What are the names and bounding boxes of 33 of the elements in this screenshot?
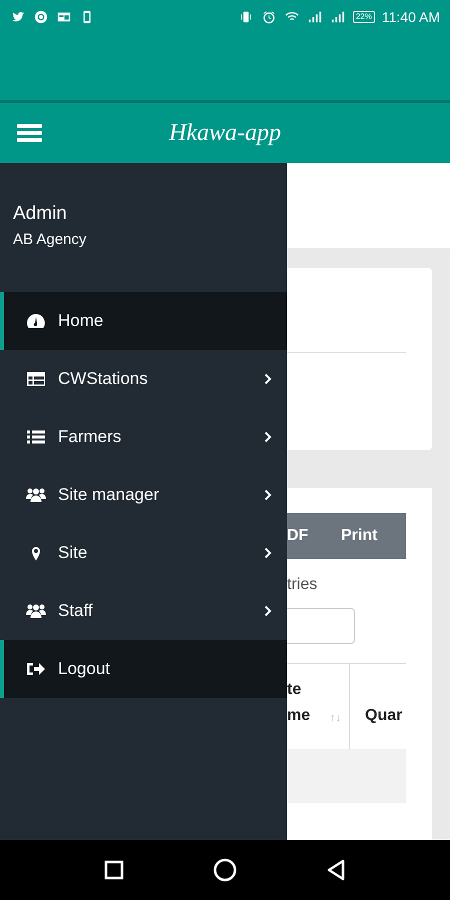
users-icon bbox=[26, 487, 46, 503]
user-name: Admin bbox=[13, 203, 68, 225]
column-header[interactable]: Quar bbox=[350, 664, 402, 749]
battery-level: 22% bbox=[352, 11, 375, 23]
menu-item[interactable]: Home bbox=[0, 292, 287, 350]
square-icon[interactable] bbox=[104, 860, 124, 880]
signal-icon bbox=[306, 10, 323, 24]
menu-item[interactable]: Farmers bbox=[0, 408, 287, 466]
news-icon bbox=[56, 10, 72, 24]
export-button[interactable]: Print bbox=[341, 527, 378, 545]
menu-item[interactable]: Site bbox=[0, 524, 287, 582]
menu-item[interactable]: Staff bbox=[0, 582, 287, 640]
list-icon bbox=[26, 429, 46, 445]
bird-icon bbox=[10, 10, 26, 24]
export-button[interactable]: DF bbox=[287, 527, 341, 545]
search-field[interactable] bbox=[287, 608, 355, 644]
clock-time: 11:40 AM bbox=[382, 9, 440, 25]
entries-label: tries bbox=[287, 576, 318, 594]
menu-icon[interactable] bbox=[17, 123, 42, 143]
menu-item[interactable]: Site manager bbox=[0, 466, 287, 524]
home-circle-icon[interactable] bbox=[212, 858, 237, 882]
menu-item[interactable]: CWStations bbox=[0, 350, 287, 408]
logout-icon bbox=[26, 661, 46, 677]
table-icon bbox=[26, 371, 46, 387]
organization-name: AB Agency bbox=[13, 231, 88, 248]
users-icon bbox=[26, 603, 46, 619]
app-title: Hkawa-app bbox=[169, 120, 281, 146]
chat-icon bbox=[33, 10, 49, 24]
alarm-icon bbox=[260, 10, 277, 24]
back-icon[interactable] bbox=[326, 859, 346, 881]
menu-item[interactable]: Logout bbox=[0, 640, 287, 698]
signal-icon bbox=[330, 10, 346, 24]
gauge-icon bbox=[26, 313, 46, 329]
